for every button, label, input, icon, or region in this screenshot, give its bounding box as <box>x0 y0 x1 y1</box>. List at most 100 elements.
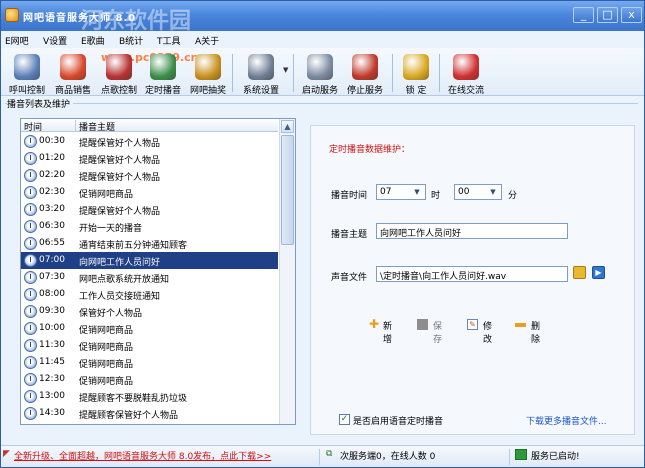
monitor-icon <box>515 449 527 460</box>
clock-icon <box>24 271 37 284</box>
minute-select[interactable]: 00 ▼ <box>454 184 502 200</box>
list-item[interactable]: 14:30 提醒顾客保管好个人物品 <box>21 405 278 422</box>
toolbar-button-4[interactable]: 定时播音 <box>142 50 184 96</box>
list-item[interactable]: 06:55 通宵结束前五分钟通知顾客 <box>21 235 278 252</box>
list-item[interactable]: 13:00 提醒顾客不要脱鞋乱扔垃圾 <box>21 388 278 405</box>
row-time: 12:30 <box>39 374 65 384</box>
edit-panel: 定时播音数据维护： 播音时间 07 ▼ 时 00 ▼ 分 播音主题 向网吧工作人… <box>310 125 635 435</box>
toolbar-button-2[interactable]: 商品销售 <box>52 50 94 96</box>
enable-checkbox[interactable]: ✓ <box>339 414 350 425</box>
list-item[interactable]: 00:30 提醒保管好个人物品 <box>21 133 278 150</box>
hour-select[interactable]: 07 ▼ <box>376 184 426 200</box>
menu-about[interactable]: A关于 <box>195 34 219 47</box>
toolbar: www.pc0359.cn 呼叫控制商品销售点歌控制定时播音网吧抽奖系统设置启动… <box>1 48 644 96</box>
play-icon[interactable]: ▶ <box>592 266 605 279</box>
list-item[interactable]: 02:20 提醒保管好个人物品 <box>21 167 278 184</box>
scroll-thumb[interactable] <box>281 135 294 245</box>
list-item[interactable]: 02:30 促销网吧商品 <box>21 184 278 201</box>
speaker-icon <box>14 54 40 80</box>
toolbar-label: 点歌控制 <box>100 86 137 96</box>
plus-icon: ✚ <box>369 317 380 331</box>
minus-icon <box>515 323 526 327</box>
close-button[interactable]: x <box>621 7 642 23</box>
download-more-link[interactable]: 下载更多播音文件... <box>526 414 607 427</box>
toolbar-button-10[interactable]: 在线交流 <box>444 50 488 96</box>
row-topic: 提醒保管好个人物品 <box>79 156 161 166</box>
row-time: 09:30 <box>39 306 65 316</box>
menu-statistics[interactable]: B统计 <box>119 34 143 47</box>
list-item[interactable]: 01:20 提醒保管好个人物品 <box>21 150 278 167</box>
toolbar-button-3[interactable]: 点歌控制 <box>98 50 140 96</box>
clock-icon <box>150 54 176 80</box>
list-item[interactable]: 12:30 促销网吧商品 <box>21 371 278 388</box>
row-time: 02:30 <box>39 187 65 197</box>
clock-icon <box>24 135 37 148</box>
music-disc-icon <box>106 54 132 80</box>
broadcast-list[interactable]: 时间 播音主题 00:30 提醒保管好个人物品 01:20 提醒保管好个人物品 02:2… <box>20 118 296 425</box>
list-item[interactable]: 03:20 提醒保管好个人物品 <box>21 201 278 218</box>
open-folder-icon[interactable] <box>573 266 586 279</box>
toolbar-button-7[interactable]: 启动服务 <box>299 50 341 96</box>
toolbar-label: 商品销售 <box>54 86 91 96</box>
toolbar-button-1[interactable]: 呼叫控制 <box>7 50 47 96</box>
list-item[interactable]: 11:30 促销网吧商品 <box>21 337 278 354</box>
menu-settings[interactable]: V设置 <box>43 34 67 47</box>
row-time: 14:30 <box>39 408 65 418</box>
toolbar-button-5[interactable]: 网吧抽奖 <box>187 50 229 96</box>
menu-netbar[interactable]: E网吧 <box>5 34 29 47</box>
toolbar-separator <box>392 54 393 92</box>
status-bar: ◤ 全新升级、全面超越，网吧语音服务大师 8.0发布，点此下载>> ⧉ 次服务端… <box>1 445 644 467</box>
maximize-button[interactable]: □ <box>597 7 618 23</box>
toolbar-label: 在线交流 <box>447 86 484 96</box>
pencil-icon: ✎ <box>467 319 478 330</box>
settings-dropdown-icon[interactable]: ▼ <box>283 66 288 74</box>
toolbar-label: 启动服务 <box>301 86 338 96</box>
topic-input[interactable]: 向网吧工作人员问好 <box>376 223 568 239</box>
menu-tools[interactable]: T工具 <box>157 34 181 47</box>
row-time: 01:20 <box>39 153 65 163</box>
column-topic[interactable]: 播音主题 <box>79 120 115 133</box>
list-rows: 00:30 提醒保管好个人物品 01:20 提醒保管好个人物品 02:20 提醒保管好个人… <box>21 133 278 422</box>
clock-icon <box>24 390 37 403</box>
stop-service-icon <box>352 54 378 80</box>
row-time: 06:30 <box>39 221 65 231</box>
clock-icon <box>24 322 37 335</box>
save-icon <box>417 319 428 330</box>
toolbar-button-8[interactable]: 停止服务 <box>344 50 386 96</box>
column-time[interactable]: 时间 <box>24 120 42 133</box>
row-time: 10:00 <box>39 323 65 333</box>
file-input[interactable]: \定时播音\向工作人员问好.wav <box>376 266 568 282</box>
toolbar-label: 网吧抽奖 <box>189 86 226 96</box>
scroll-up-button[interactable]: ▲ <box>281 120 294 133</box>
list-item[interactable]: 06:30 开始一天的播音 <box>21 218 278 235</box>
list-item[interactable]: 07:00 向网吧工作人员问好 <box>21 252 278 269</box>
row-topic: 促销网吧商品 <box>79 360 134 370</box>
toolbar-button-6[interactable]: 系统设置 <box>239 50 283 96</box>
list-item[interactable]: 07:30 网吧点歌系统开放通知 <box>21 269 278 286</box>
news-link[interactable]: 全新升级、全面超越，网吧语音服务大师 8.0发布，点此下载>> <box>14 449 271 462</box>
row-time: 11:30 <box>39 340 65 350</box>
list-item[interactable]: 10:00 促销网吧商品 <box>21 320 278 337</box>
main-window: 网吧语音服务大师 8.0 河东软件园 _ □ x E网吧 V设置 E歌曲 B统计… <box>0 0 645 468</box>
row-topic: 开始一天的播音 <box>79 224 143 234</box>
list-item[interactable]: 11:45 促销网吧商品 <box>21 354 278 371</box>
toolbar-button-9[interactable]: 锁 定 <box>399 50 433 96</box>
products-icon <box>60 54 86 80</box>
list-item[interactable]: 08:00 工作人员交接班通知 <box>21 286 278 303</box>
clock-icon <box>24 288 37 301</box>
list-item[interactable]: 09:30 保管好个人物品 <box>21 303 278 320</box>
tools-icon <box>248 54 274 80</box>
minimize-button[interactable]: _ <box>573 7 594 23</box>
row-topic: 向网吧工作人员问好 <box>79 258 161 268</box>
menu-songs[interactable]: E歌曲 <box>81 34 105 47</box>
title-bar[interactable]: 网吧语音服务大师 8.0 河东软件园 _ □ x <box>1 1 644 34</box>
clock-icon <box>24 305 37 318</box>
row-topic: 促销网吧商品 <box>79 190 134 200</box>
vertical-scrollbar[interactable]: ▲ <box>279 119 295 424</box>
row-time: 11:45 <box>39 357 65 367</box>
clock-icon <box>24 254 37 267</box>
clock-icon <box>24 356 37 369</box>
row-topic: 促销网吧商品 <box>79 343 134 353</box>
chat-icon <box>453 54 479 80</box>
row-time: 07:00 <box>39 255 65 265</box>
